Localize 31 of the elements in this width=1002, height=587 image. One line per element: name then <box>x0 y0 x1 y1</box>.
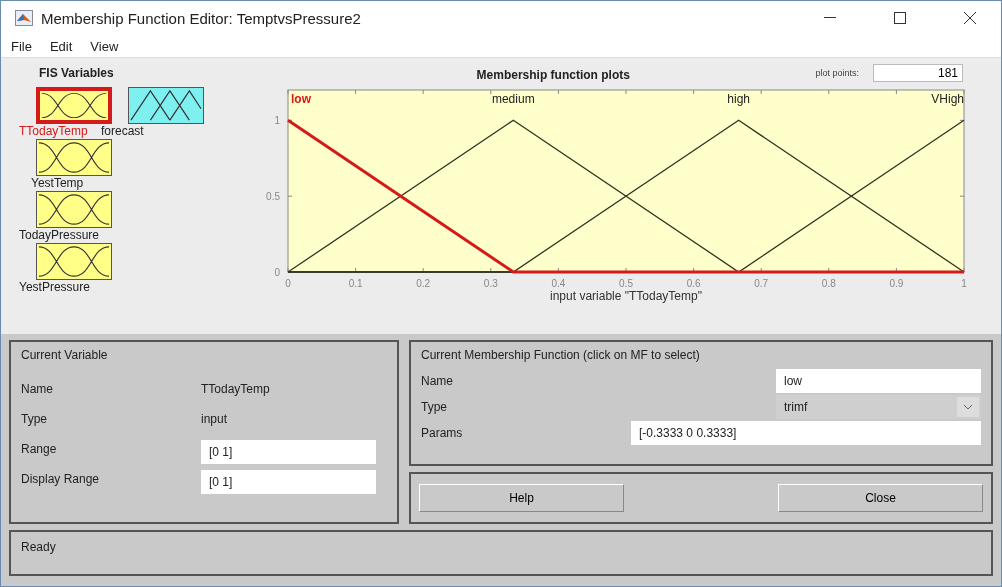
field-value: TTodayTemp <box>201 382 271 396</box>
x-axis-label: input variable "TTodayTemp" <box>550 289 702 303</box>
x-tick-label: 0.8 <box>821 278 836 289</box>
x-tick-label: 1 <box>961 278 967 289</box>
field-label: Type <box>21 412 48 426</box>
x-tick-label: 0.1 <box>348 278 363 289</box>
y-tick-label: 0 <box>274 267 280 278</box>
panel-title: FIS Variables <box>39 66 114 80</box>
field-label: Name <box>421 374 454 388</box>
x-tick-label: 0.3 <box>483 278 498 289</box>
x-tick-label: 0.4 <box>551 278 566 289</box>
x-tick-label: 0.9 <box>889 278 904 289</box>
field-value: input <box>201 412 229 426</box>
panel-title: Current Variable <box>21 348 108 362</box>
y-tick-label: 0.5 <box>266 191 280 203</box>
chart-title: Membership function plots <box>476 68 630 82</box>
field-label: Range <box>21 442 58 456</box>
status-bar: Ready <box>9 530 993 576</box>
plot-points-label: plot points: <box>815 68 859 78</box>
y-tick-label: 1 <box>274 115 280 127</box>
panel-title: Current Membership Function (click on MF to select) <box>421 348 700 362</box>
field-label: Name <box>21 382 54 396</box>
window-title: Membership Function Editor: TemptvsPressure2 <box>41 9 362 27</box>
field-label: Type <box>421 400 448 414</box>
x-tick-label: 0.6 <box>686 278 701 289</box>
x-tick-label: 0.2 <box>416 278 431 289</box>
x-tick-label: 0 <box>285 278 291 289</box>
x-tick-label: 0.5 <box>619 278 633 289</box>
field-label: Params <box>421 426 464 440</box>
field-label: Display Range <box>21 472 101 486</box>
x-tick-label: 0.7 <box>754 278 769 289</box>
